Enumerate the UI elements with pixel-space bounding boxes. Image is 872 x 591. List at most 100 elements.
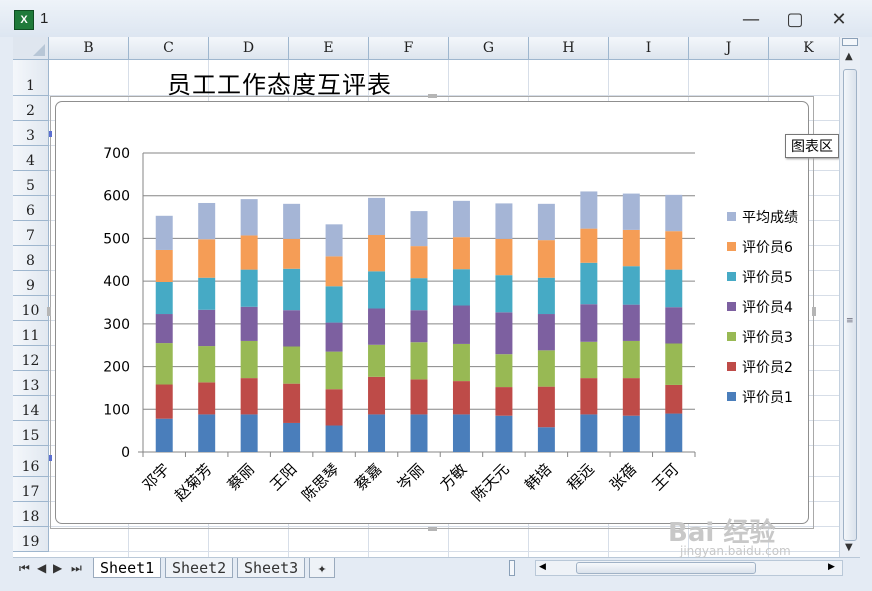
- bar-segment[interactable]: [325, 389, 343, 426]
- bar-segment[interactable]: [537, 277, 555, 315]
- bar-segment[interactable]: [240, 340, 258, 379]
- insert-sheet-button[interactable]: ✦: [309, 558, 335, 578]
- bar-segment[interactable]: [198, 202, 216, 240]
- row-header[interactable]: 17: [13, 477, 49, 502]
- bar-segment[interactable]: [325, 351, 343, 390]
- bar-segment[interactable]: [240, 199, 258, 236]
- tab-split-handle[interactable]: [509, 560, 515, 576]
- select-all-corner[interactable]: [13, 37, 49, 60]
- bar-segment[interactable]: [410, 246, 428, 279]
- bar-segment[interactable]: [283, 238, 301, 269]
- column-header[interactable]: I: [609, 37, 689, 60]
- split-box[interactable]: [842, 38, 858, 46]
- maximize-button[interactable]: ▢: [778, 8, 812, 32]
- bar-segment[interactable]: [368, 376, 386, 415]
- bar-segment[interactable]: [198, 382, 216, 415]
- bar-segment[interactable]: [622, 340, 640, 379]
- bar-segment[interactable]: [580, 378, 598, 415]
- bar-segment[interactable]: [665, 384, 683, 414]
- bar-segment[interactable]: [368, 235, 386, 272]
- row-header[interactable]: 6: [13, 196, 49, 221]
- close-button[interactable]: ✕: [822, 8, 856, 32]
- bar-segment[interactable]: [155, 418, 173, 452]
- bar-segment[interactable]: [155, 314, 173, 344]
- bar-segment[interactable]: [410, 310, 428, 343]
- bar-segment[interactable]: [495, 354, 513, 388]
- bar-segment[interactable]: [325, 322, 343, 352]
- bar-segment[interactable]: [283, 346, 301, 384]
- first-sheet-icon[interactable]: ⏮: [19, 561, 30, 576]
- bar-segment[interactable]: [665, 413, 683, 452]
- bar-segment[interactable]: [283, 310, 301, 347]
- bar-segment[interactable]: [622, 266, 640, 305]
- sheet-title-cell[interactable]: 员工工作态度互评表: [167, 65, 392, 100]
- column-header[interactable]: C: [129, 37, 209, 60]
- minimize-button[interactable]: —: [734, 8, 768, 32]
- chart-resize-handle-top[interactable]: [428, 94, 437, 98]
- bar-segment[interactable]: [368, 271, 386, 309]
- bar-segment[interactable]: [240, 414, 258, 452]
- worksheet-grid[interactable]: BCDEFGHIJK 1 2 3 4 5 6 7 8 9 10 11 12 13 14 15 16 17 18 19…: [13, 37, 839, 557]
- bar-segment[interactable]: [495, 275, 513, 313]
- bar-segment[interactable]: [283, 383, 301, 423]
- bar-segment[interactable]: [537, 350, 555, 387]
- bar-segment[interactable]: [537, 427, 555, 452]
- bar-segment[interactable]: [452, 305, 470, 344]
- bar-segment[interactable]: [240, 269, 258, 307]
- bar-segment[interactable]: [622, 304, 640, 341]
- row-header[interactable]: 4: [13, 146, 49, 171]
- scroll-left-arrow-icon[interactable]: ◀: [539, 562, 546, 572]
- column-header[interactable]: J: [689, 37, 769, 60]
- bar-segment[interactable]: [155, 281, 173, 315]
- row-header[interactable]: 9: [13, 271, 49, 296]
- bar-segment[interactable]: [198, 239, 216, 278]
- row-header[interactable]: 11: [13, 321, 49, 346]
- column-header[interactable]: D: [209, 37, 289, 60]
- bar-segment[interactable]: [283, 422, 301, 452]
- stacked-bar-chart[interactable]: 0 100 200 300 400 500 600 700 邓宇赵菊芳 蔡丽 王阳陈思琴 蔡嘉 岑丽 方敏…: [55, 101, 809, 524]
- bar-segment[interactable]: [622, 415, 640, 452]
- tab-sheet3[interactable]: Sheet3: [237, 558, 306, 578]
- bar-segment[interactable]: [452, 200, 470, 238]
- horizontal-scrollbar[interactable]: ◀ ▶: [535, 560, 843, 576]
- bar-segment[interactable]: [368, 308, 386, 345]
- bar-segment[interactable]: [410, 414, 428, 452]
- bar-segment[interactable]: [665, 194, 683, 232]
- title-bar[interactable]: X 1 — ▢ ✕: [0, 0, 872, 37]
- bar-segment[interactable]: [410, 278, 428, 311]
- bar-segment[interactable]: [452, 237, 470, 270]
- bar-segment[interactable]: [240, 306, 258, 341]
- row-header[interactable]: 7: [13, 221, 49, 246]
- bar-segment[interactable]: [622, 229, 640, 267]
- row-header[interactable]: 18: [13, 502, 49, 527]
- column-header[interactable]: F: [369, 37, 449, 60]
- bar-segment[interactable]: [368, 197, 386, 236]
- bar-segment[interactable]: [665, 343, 683, 385]
- bar-segment[interactable]: [537, 314, 555, 351]
- bar-segment[interactable]: [198, 346, 216, 383]
- row-header[interactable]: 10: [13, 296, 49, 321]
- row-header[interactable]: 8: [13, 246, 49, 271]
- next-sheet-icon[interactable]: ▶: [53, 561, 62, 575]
- bar-segment[interactable]: [240, 378, 258, 415]
- row-header[interactable]: 2: [13, 96, 49, 121]
- scroll-up-arrow-icon[interactable]: ▲: [845, 51, 853, 62]
- bar-segment[interactable]: [155, 249, 173, 282]
- bar-segment[interactable]: [495, 387, 513, 416]
- bar-segment[interactable]: [665, 307, 683, 344]
- bar-segment[interactable]: [325, 224, 343, 257]
- bar-segment[interactable]: [452, 414, 470, 452]
- row-header[interactable]: 5: [13, 171, 49, 196]
- chart-resize-handle-bottom[interactable]: [428, 527, 437, 531]
- column-header[interactable]: H: [529, 37, 609, 60]
- bar-segment[interactable]: [495, 415, 513, 452]
- bar-segment[interactable]: [665, 269, 683, 308]
- bar-segment[interactable]: [452, 343, 470, 382]
- row-header[interactable]: 15: [13, 421, 49, 446]
- chart-resize-handle-right[interactable]: [812, 307, 816, 316]
- row-header[interactable]: 12: [13, 346, 49, 371]
- bar-segment[interactable]: [452, 381, 470, 415]
- column-header[interactable]: B: [49, 37, 129, 60]
- bar-segment[interactable]: [368, 414, 386, 452]
- bar-segment[interactable]: [580, 262, 598, 305]
